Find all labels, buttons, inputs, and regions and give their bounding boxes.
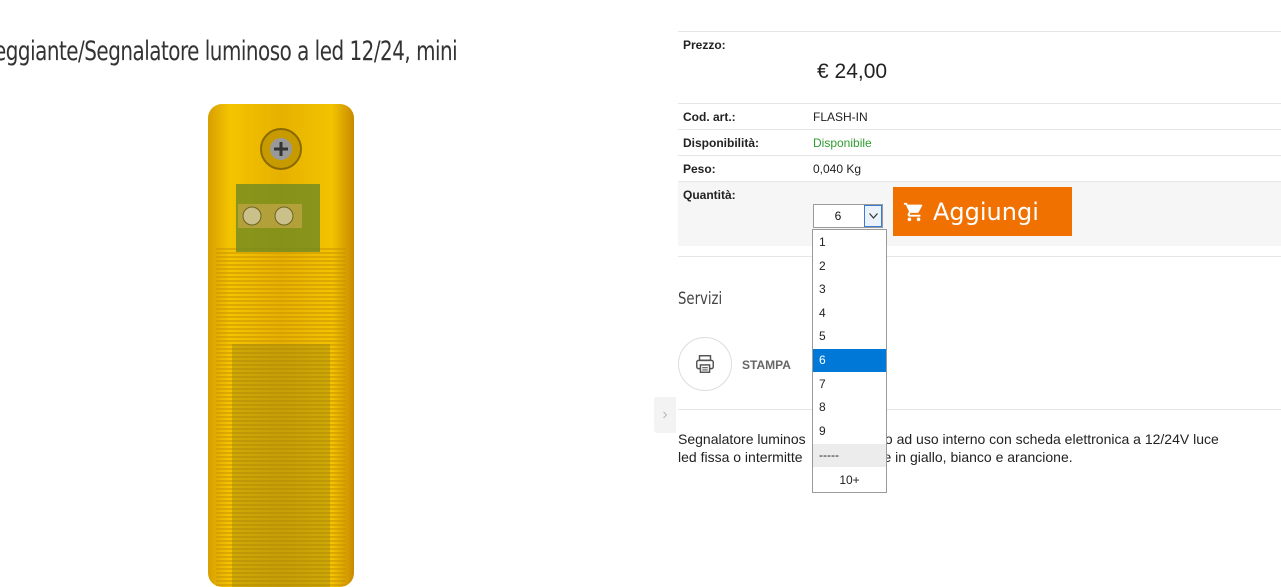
availability-value: Disponibile (813, 136, 872, 150)
weight-label: Peso: (683, 162, 716, 176)
price-label: Prezzo: (683, 38, 726, 52)
product-title: eggiante/Segnalatore luminoso a led 12/2… (0, 36, 458, 67)
chevron-right-icon: › (662, 406, 668, 423)
divider (678, 129, 1281, 130)
quantity-label: Quantità: (683, 188, 736, 202)
quantity-dropdown-list[interactable]: 1 2 3 4 5 6 7 8 9 ----- 10+ (812, 229, 887, 493)
code-value: FLASH-IN (813, 110, 868, 124)
divider (678, 103, 1281, 104)
divider (678, 409, 1281, 410)
description-text: Segnalatore luminos (678, 431, 806, 447)
availability-label: Disponibilità: (683, 136, 759, 150)
add-to-cart-label: Aggiungi (933, 197, 1039, 226)
quantity-option[interactable]: 5 (813, 325, 886, 348)
quantity-option[interactable]: 9 (813, 420, 886, 443)
price-value: € 24,00 (817, 60, 888, 83)
printer-icon (696, 355, 714, 373)
divider (678, 256, 1281, 257)
description-text: led fissa o intermitte (678, 449, 803, 465)
divider (678, 31, 1281, 32)
quantity-select-value: 6 (834, 209, 842, 223)
quantity-option[interactable]: 3 (813, 278, 886, 301)
divider (678, 155, 1281, 156)
cart-icon (903, 202, 923, 221)
code-label: Cod. art.: (683, 110, 736, 124)
product-image (208, 104, 354, 587)
chevron-down-icon[interactable] (864, 205, 882, 227)
quantity-option[interactable]: 2 (813, 255, 886, 278)
add-to-cart-button[interactable]: Aggiungi (893, 187, 1072, 236)
quantity-option[interactable]: 10+ (813, 469, 886, 492)
gallery-next-arrow[interactable]: › (654, 397, 676, 433)
description-text: bile in giallo, bianco e arancione. (869, 449, 1073, 465)
quantity-option-separator: ----- (813, 444, 886, 467)
quantity-option[interactable]: 1 (813, 231, 886, 254)
product-description: Segnalatore luminos onato ad uso interno … (678, 430, 1278, 466)
quantity-option[interactable]: 7 (813, 373, 886, 396)
services-title: Servizi (678, 289, 723, 309)
quantity-option[interactable]: 4 (813, 302, 886, 325)
description-text: onato ad uso interno con scheda elettron… (857, 431, 1219, 447)
print-label[interactable]: STAMPA (742, 358, 791, 372)
quantity-select[interactable]: 6 (813, 204, 883, 228)
weight-value: 0,040 Kg (813, 162, 862, 176)
quantity-option-selected[interactable]: 6 (813, 349, 886, 372)
print-button[interactable] (678, 337, 732, 391)
quantity-option[interactable]: 8 (813, 396, 886, 419)
